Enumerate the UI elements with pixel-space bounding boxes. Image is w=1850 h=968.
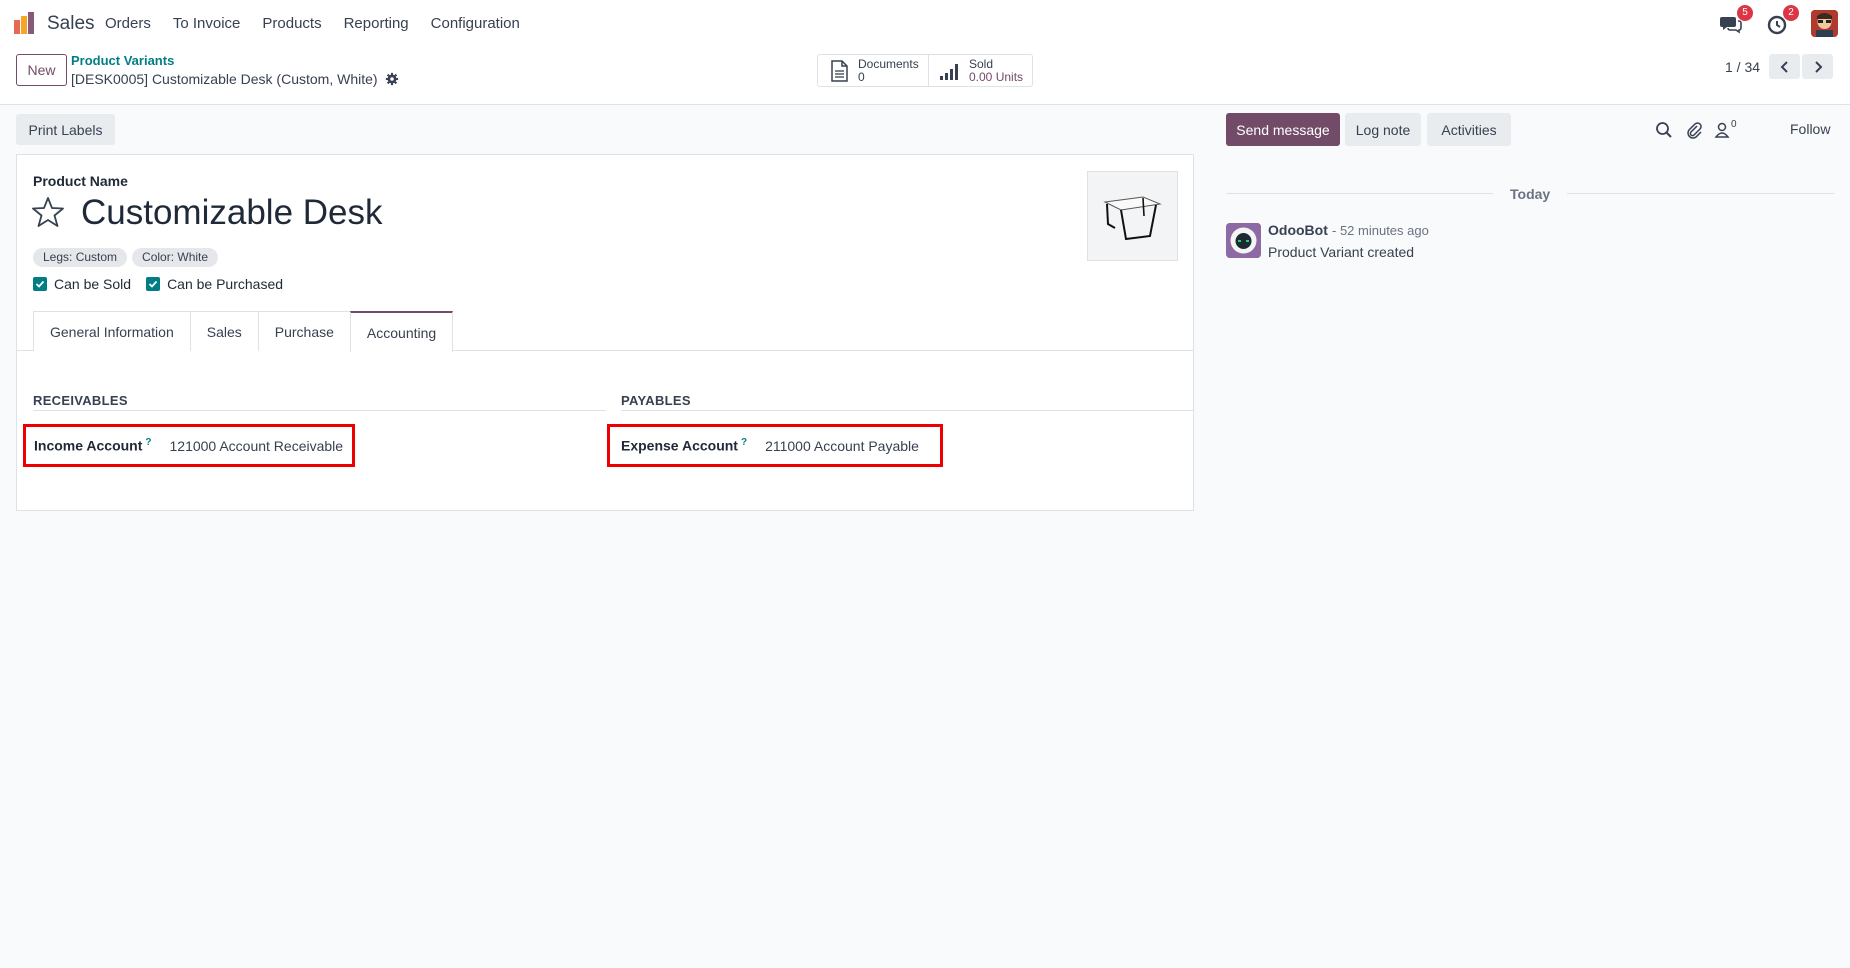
message-body: Product Variant created — [1268, 244, 1415, 260]
expense-account-label-text: Expense Account — [621, 437, 738, 454]
can-be-sold-label: Can be Sold — [54, 276, 132, 292]
documents-smart-button[interactable]: Documents 0 — [817, 54, 929, 87]
checkmark-icon — [35, 280, 45, 288]
record-title: [DESK0005] Customizable Desk (Custom, Wh… — [71, 71, 378, 87]
messages-badge: 5 — [1737, 4, 1753, 21]
help-icon[interactable]: ? — [741, 437, 747, 448]
help-icon[interactable]: ? — [145, 437, 151, 448]
receivables-title: RECEIVABLES — [33, 393, 128, 408]
desk-image — [1088, 172, 1177, 260]
menu-orders[interactable]: Orders — [94, 14, 162, 33]
product-name-label: Product Name — [33, 173, 128, 189]
tab-purchase[interactable]: Purchase — [257, 311, 350, 351]
chevron-right-icon — [1814, 60, 1822, 73]
search-icon[interactable] — [1655, 121, 1673, 139]
message-time: - 52 minutes ago — [1332, 223, 1429, 238]
income-account-highlight: Income Account? 121000 Account Receivabl… — [23, 424, 355, 467]
can-be-purchased-label: Can be Purchased — [167, 276, 284, 292]
user-avatar[interactable] — [1811, 10, 1838, 37]
paperclip-icon[interactable] — [1685, 121, 1703, 139]
breadcrumb-product-variants[interactable]: Product Variants — [71, 53, 174, 68]
message-author[interactable]: OdooBot — [1268, 222, 1328, 238]
sold-label: Sold — [969, 56, 994, 71]
odoobot-avatar[interactable] — [1226, 223, 1261, 258]
sold-smart-button[interactable]: Sold 0.00 Units — [928, 54, 1033, 87]
messages-systray[interactable]: 5 — [1719, 4, 1753, 36]
menu-reporting[interactable]: Reporting — [333, 14, 420, 33]
payables-divider — [621, 410, 1193, 411]
receivables-divider — [33, 410, 606, 411]
checkmark-icon — [148, 280, 158, 288]
pager-value[interactable]: 1 / 34 — [1725, 59, 1760, 75]
app-name[interactable]: Sales — [47, 13, 95, 35]
activities-systray[interactable]: 2 — [1765, 4, 1799, 36]
menu-to-invoice[interactable]: To Invoice — [162, 14, 252, 33]
control-panel: New Product Variants [DESK0005] Customiz… — [0, 47, 1850, 105]
tab-general-information[interactable]: General Information — [33, 311, 190, 351]
can-be-sold-option[interactable]: Can be Sold — [33, 276, 131, 292]
follow-button[interactable]: Follow — [1790, 121, 1830, 137]
date-separator-line — [1226, 193, 1493, 194]
activities-button[interactable]: Activities — [1427, 113, 1511, 146]
tag-color: Color: White — [132, 248, 219, 267]
log-note-button[interactable]: Log note — [1345, 113, 1421, 146]
signal-bars-icon — [940, 63, 958, 80]
product-image[interactable] — [1087, 171, 1178, 261]
followers-icon[interactable] — [1713, 121, 1731, 139]
menu-products[interactable]: Products — [251, 14, 332, 33]
income-account-field[interactable]: 121000 Account Receivable — [170, 438, 344, 454]
chevron-left-icon — [1780, 60, 1788, 73]
documents-count: 0 — [858, 69, 865, 84]
can-be-purchased-checkbox[interactable] — [146, 277, 161, 291]
notebook-tabs: General Information Sales Purchase Accou… — [33, 311, 454, 352]
gear-icon[interactable] — [385, 72, 399, 86]
form-sheet: Product Name Customizable Desk Legs: Cus… — [16, 154, 1194, 511]
sold-value: 0.00 Units — [969, 69, 1024, 84]
activities-badge: 2 — [1783, 4, 1799, 21]
pager-previous-button[interactable] — [1769, 54, 1800, 79]
product-name-field[interactable]: Customizable Desk — [81, 193, 383, 233]
breadcrumb-current: [DESK0005] Customizable Desk (Custom, Wh… — [71, 71, 399, 87]
tag-legs: Legs: Custom — [33, 248, 128, 267]
menu-configuration[interactable]: Configuration — [420, 14, 531, 33]
tab-sales[interactable]: Sales — [189, 311, 258, 351]
followers-count: 0 — [1731, 119, 1737, 130]
pager-next-button[interactable] — [1802, 54, 1833, 79]
top-navbar: Sales Orders To Invoice Products Reporti… — [0, 0, 1850, 47]
date-separator-line — [1567, 193, 1834, 194]
new-button[interactable]: New — [16, 54, 67, 86]
print-labels-button[interactable]: Print Labels — [16, 114, 115, 145]
income-account-label: Income Account? — [26, 437, 152, 454]
variant-tags: Legs: Custom Color: White — [33, 248, 223, 267]
main-menu: Orders To Invoice Products Reporting Con… — [94, 14, 531, 33]
expense-account-label: Expense Account? — [610, 437, 747, 454]
documents-label: Documents — [858, 56, 919, 71]
user-avatar-image — [1811, 10, 1838, 37]
income-account-label-text: Income Account — [34, 437, 143, 454]
sale-purchase-options: Can be Sold Can be Purchased — [33, 276, 298, 292]
sales-app-icon[interactable] — [14, 12, 38, 34]
date-separator: Today — [1510, 186, 1551, 202]
payables-title: PAYABLES — [621, 393, 691, 408]
send-message-button[interactable]: Send message — [1226, 113, 1340, 146]
can-be-sold-checkbox[interactable] — [33, 277, 47, 291]
expense-account-field[interactable]: 211000 Account Payable — [765, 438, 919, 454]
document-icon — [831, 59, 848, 82]
tab-accounting[interactable]: Accounting — [349, 311, 454, 352]
star-icon[interactable] — [32, 196, 64, 228]
systray: 5 2 — [1719, 0, 1850, 47]
expense-account-highlight: Expense Account? 211000 Account Payable — [607, 424, 943, 467]
can-be-purchased-option[interactable]: Can be Purchased — [146, 276, 283, 292]
odoobot-avatar-image — [1226, 223, 1261, 258]
